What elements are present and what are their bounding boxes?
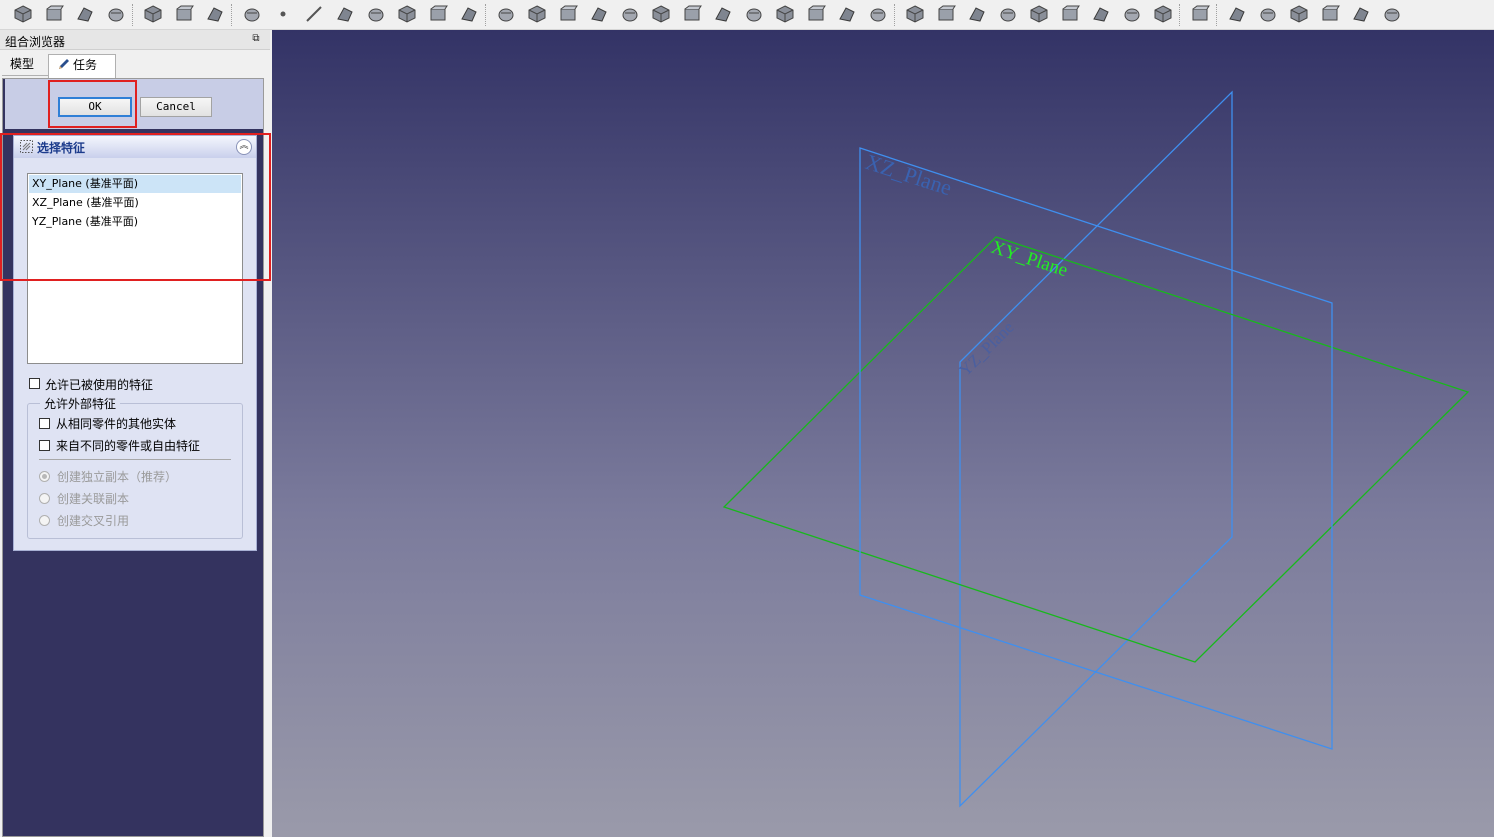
measure-icon[interactable]: [1189, 3, 1211, 25]
tab-model[interactable]: 模型: [2, 54, 48, 76]
additive-primitive-icon[interactable]: [650, 3, 672, 25]
import-icon[interactable]: [204, 3, 226, 25]
shaft-design-icon[interactable]: [1319, 3, 1341, 25]
subtractive-pipe-icon[interactable]: [805, 3, 827, 25]
xz-plane[interactable]: [859, 147, 1333, 750]
pencil-icon: [59, 59, 69, 69]
other-part-label: 来自不同的零件或自由特征: [56, 439, 201, 453]
cross-reference-label: 创建交叉引用: [57, 514, 130, 528]
coordinate-system-icon[interactable]: [365, 3, 387, 25]
helix-icon[interactable]: [619, 3, 641, 25]
pipe-icon[interactable]: [588, 3, 610, 25]
panel-tabs: 模型 任务: [0, 52, 270, 78]
layer-icon[interactable]: [1381, 3, 1403, 25]
box-icon[interactable]: [241, 3, 263, 25]
check-geometry-icon[interactable]: [1226, 3, 1248, 25]
dependent-copy-label: 创建关联副本: [57, 492, 130, 506]
export-icon[interactable]: [74, 3, 96, 25]
hole-wizard-icon[interactable]: [1350, 3, 1372, 25]
polar-pattern-icon[interactable]: [966, 3, 988, 25]
dependent-copy-radio[interactable]: [39, 493, 50, 504]
ok-highlight-box: [48, 80, 137, 128]
yz-plane[interactable]: [959, 90, 1233, 808]
toolbar-separator: [485, 4, 487, 26]
clone-object-icon[interactable]: [458, 3, 480, 25]
involute-gear-icon[interactable]: [1288, 3, 1310, 25]
subtractive-loft-icon[interactable]: [774, 3, 796, 25]
allow-used-label: 允许已被使用的特征: [45, 378, 154, 392]
line-icon[interactable]: [303, 3, 325, 25]
group-divider: [39, 459, 231, 460]
new-document-icon[interactable]: [12, 3, 34, 25]
mirror-icon[interactable]: [904, 3, 926, 25]
cross-reference-radio[interactable]: [39, 515, 50, 526]
external-features-group: 允许外部特征 从相同零件的其他实体 来自不同的零件或自由特征 创建独立副本（推荐…: [27, 395, 243, 539]
plane-icon[interactable]: [334, 3, 356, 25]
pad-icon[interactable]: [495, 3, 517, 25]
same-part-label: 从相同零件的其他实体: [56, 417, 177, 431]
shape-binder-icon[interactable]: [396, 3, 418, 25]
multi-transform-icon[interactable]: [997, 3, 1019, 25]
float-panel-icon[interactable]: ⧉: [250, 33, 262, 45]
pocket-icon[interactable]: [681, 3, 703, 25]
tab-task[interactable]: 任务: [48, 54, 116, 78]
yz-plane-label: YZ_Plane: [955, 318, 1017, 380]
allow-used-checkbox[interactable]: [29, 378, 40, 389]
external-features-title: 允许外部特征: [40, 395, 121, 412]
part-icon[interactable]: [142, 3, 164, 25]
other-part-checkbox[interactable]: [39, 440, 50, 451]
revolve-icon[interactable]: [526, 3, 548, 25]
subtractive-helix-icon[interactable]: [836, 3, 858, 25]
chamfer-icon[interactable]: [1059, 3, 1081, 25]
sprocket-icon[interactable]: [1257, 3, 1279, 25]
xy-plane[interactable]: [722, 236, 1470, 663]
cancel-button[interactable]: Cancel: [140, 97, 212, 117]
clone-icon[interactable]: [173, 3, 195, 25]
toolbar-separator: [132, 4, 134, 26]
feature-list-highlight-box: [0, 133, 271, 281]
boolean-icon[interactable]: [1152, 3, 1174, 25]
viewport-canvas[interactable]: XZ_Plane XY_Plane YZ_Plane: [272, 30, 1494, 837]
same-part-checkbox[interactable]: [39, 418, 50, 429]
independent-copy-label: 创建独立副本（推荐）: [57, 470, 178, 484]
linear-pattern-icon[interactable]: [935, 3, 957, 25]
hole-icon[interactable]: [712, 3, 734, 25]
independent-copy-radio[interactable]: [39, 471, 50, 482]
xy-plane-label: XY_Plane: [988, 237, 1070, 281]
toolbar-separator: [231, 4, 233, 26]
main-toolbar: [0, 0, 1494, 30]
fillet-icon[interactable]: [1028, 3, 1050, 25]
tab-task-label: 任务: [73, 58, 98, 72]
subshape-binder-icon[interactable]: [427, 3, 449, 25]
toolbar-separator: [894, 4, 896, 26]
toolbar-separator: [1216, 4, 1218, 26]
point-icon[interactable]: [272, 3, 294, 25]
toolbar-separator: [1179, 4, 1181, 26]
groove-icon[interactable]: [743, 3, 765, 25]
3d-viewport[interactable]: XZ_Plane XY_Plane YZ_Plane: [272, 30, 1494, 837]
open-file-icon[interactable]: [43, 3, 65, 25]
loft-icon[interactable]: [557, 3, 579, 25]
panel-title: 组合浏览器: [5, 35, 66, 49]
xz-plane-label: XZ_Plane: [862, 149, 955, 200]
share-icon[interactable]: [105, 3, 127, 25]
draft-icon[interactable]: [1090, 3, 1112, 25]
thickness-icon[interactable]: [1121, 3, 1143, 25]
subtractive-primitive-icon[interactable]: [867, 3, 889, 25]
panel-title-bar: 组合浏览器 ⧉: [0, 30, 270, 50]
